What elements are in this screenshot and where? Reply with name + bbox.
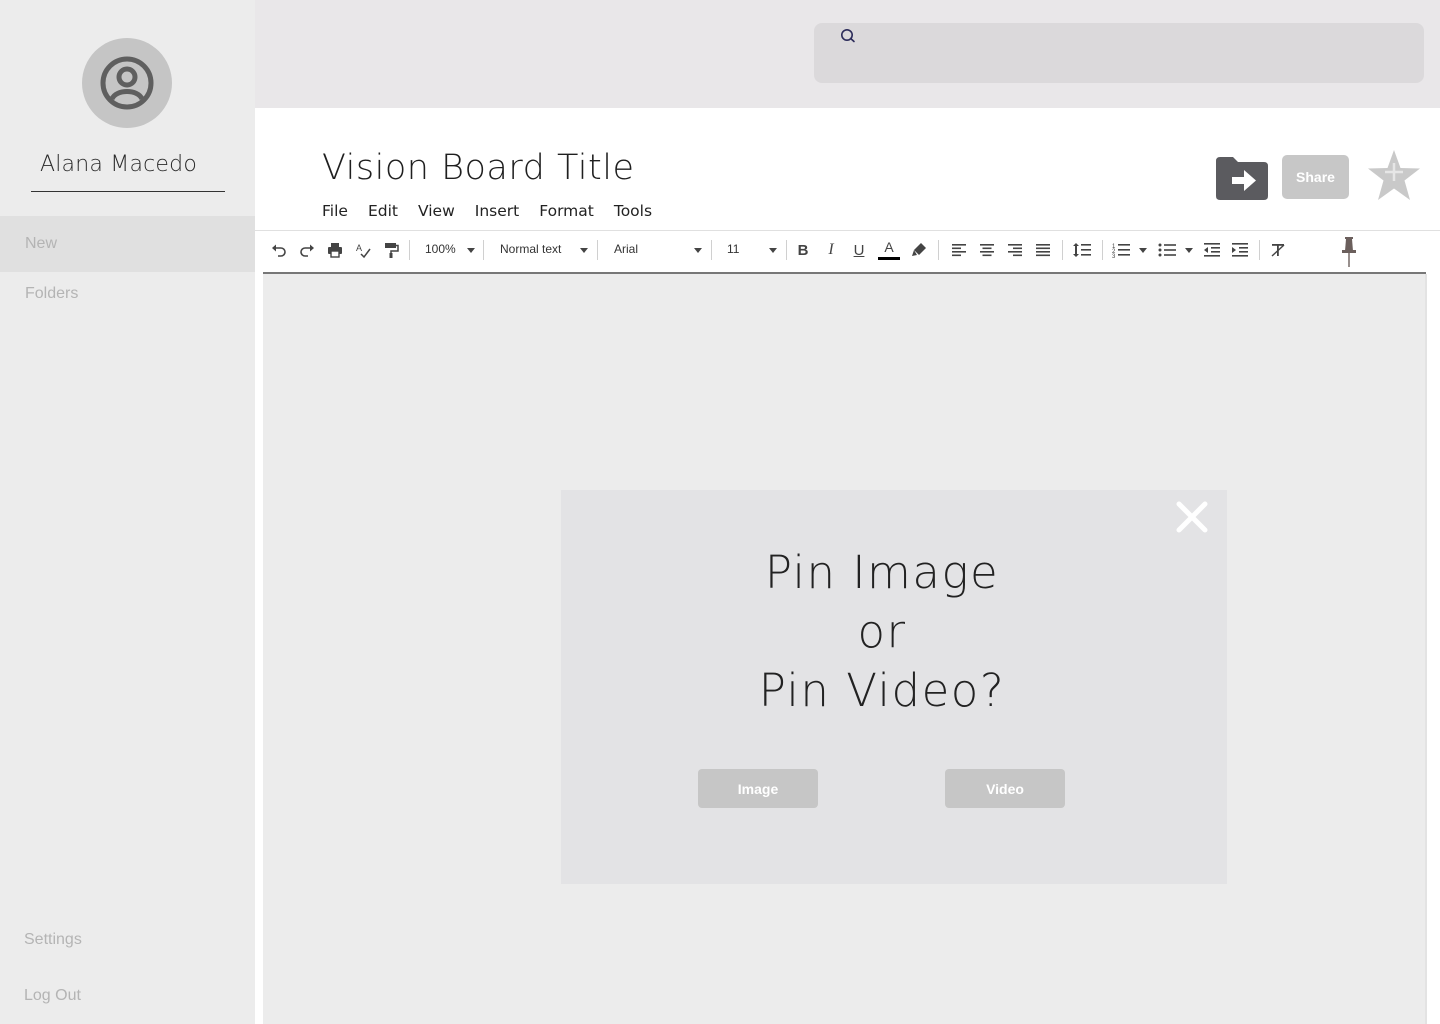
- toolbar-divider: [1102, 240, 1103, 260]
- dialog-heading-line-1: Pin Image: [764, 546, 1000, 599]
- italic-icon[interactable]: I: [821, 238, 841, 262]
- clear-formatting-icon[interactable]: [1267, 238, 1289, 262]
- zoom-select[interactable]: 100%: [425, 242, 456, 256]
- decrease-indent-icon[interactable]: [1201, 238, 1223, 262]
- highlight-icon[interactable]: [909, 238, 929, 262]
- menu-file[interactable]: File: [322, 202, 348, 220]
- menu-tools[interactable]: Tools: [614, 202, 652, 220]
- paint-format-icon[interactable]: [381, 238, 401, 262]
- chevron-down-icon[interactable]: [467, 248, 475, 253]
- print-icon[interactable]: [325, 238, 345, 262]
- toolbar-divider: [938, 240, 939, 260]
- underline-icon[interactable]: U: [849, 238, 869, 262]
- sidebar: Alana Macedo New Folders Settings Log Ou…: [0, 0, 255, 1024]
- undo-icon[interactable]: [269, 238, 289, 262]
- share-button[interactable]: Share: [1282, 155, 1349, 199]
- sidebar-item-settings[interactable]: Settings: [0, 912, 255, 968]
- chevron-down-icon[interactable]: [580, 248, 588, 253]
- toolbar-divider: [409, 240, 410, 260]
- chevron-down-icon[interactable]: [694, 248, 702, 253]
- line-spacing-icon[interactable]: [1071, 238, 1093, 262]
- chevron-down-icon[interactable]: [1139, 248, 1147, 253]
- star-icon[interactable]: [1366, 148, 1422, 202]
- name-divider: [31, 191, 225, 192]
- toolbar-divider: [786, 240, 787, 260]
- pin-image-button[interactable]: Image: [698, 769, 818, 808]
- pin-icon[interactable]: [1339, 236, 1359, 268]
- sidebar-item-logout[interactable]: Log Out: [0, 968, 255, 1024]
- spellcheck-icon[interactable]: A: [353, 238, 373, 262]
- menu-view[interactable]: View: [418, 202, 455, 220]
- svg-text:A: A: [356, 243, 362, 253]
- avatar[interactable]: [82, 38, 172, 128]
- search-input[interactable]: [866, 27, 1406, 47]
- menu-bar: File Edit View Insert Format Tools: [322, 202, 672, 220]
- increase-indent-icon[interactable]: [1229, 238, 1251, 262]
- align-justify-icon[interactable]: [1033, 238, 1053, 262]
- toolbar-divider: [1259, 240, 1260, 260]
- toolbar-divider: [1062, 240, 1063, 260]
- redo-icon[interactable]: [297, 238, 317, 262]
- align-left-icon[interactable]: [949, 238, 969, 262]
- toolbar-divider: [711, 240, 712, 260]
- search-icon[interactable]: [838, 27, 858, 47]
- sidebar-item-label: Log Out: [24, 987, 81, 1004]
- svg-text:3: 3: [1112, 254, 1116, 258]
- move-to-folder-icon[interactable]: [1213, 155, 1269, 201]
- document-title[interactable]: Vision Board Title: [322, 148, 634, 188]
- align-right-icon[interactable]: [1005, 238, 1025, 262]
- pin-video-button[interactable]: Video: [945, 769, 1065, 808]
- user-name: Alana Macedo: [40, 152, 197, 177]
- align-center-icon[interactable]: [977, 238, 997, 262]
- toolbar-divider: [483, 240, 484, 260]
- chevron-down-icon[interactable]: [1185, 248, 1193, 253]
- sidebar-item-label: New: [25, 235, 58, 252]
- close-icon[interactable]: [1174, 499, 1210, 535]
- sidebar-item-label: Folders: [25, 285, 79, 302]
- font-family-select[interactable]: Arial: [614, 242, 638, 256]
- sidebar-item-folders[interactable]: Folders: [0, 266, 255, 322]
- chevron-down-icon[interactable]: [769, 248, 777, 253]
- dialog-heading-line-3: Pin Video?: [758, 664, 1006, 717]
- toolbar-divider: [597, 240, 598, 260]
- bulleted-list-icon[interactable]: [1156, 238, 1178, 262]
- user-circle-icon: [100, 56, 154, 110]
- bold-icon[interactable]: B: [793, 238, 813, 262]
- menu-insert[interactable]: Insert: [475, 202, 519, 220]
- sidebar-item-label: Settings: [24, 931, 82, 948]
- dialog-heading-line-2: or: [857, 605, 907, 658]
- text-color-icon[interactable]: A: [877, 238, 901, 262]
- numbered-list-icon[interactable]: 123: [1110, 238, 1132, 262]
- font-size-select[interactable]: 11: [727, 242, 739, 256]
- paragraph-style-select[interactable]: Normal text: [500, 242, 561, 256]
- sidebar-item-new[interactable]: New: [0, 216, 255, 272]
- menu-format[interactable]: Format: [539, 202, 594, 220]
- menu-edit[interactable]: Edit: [368, 202, 398, 220]
